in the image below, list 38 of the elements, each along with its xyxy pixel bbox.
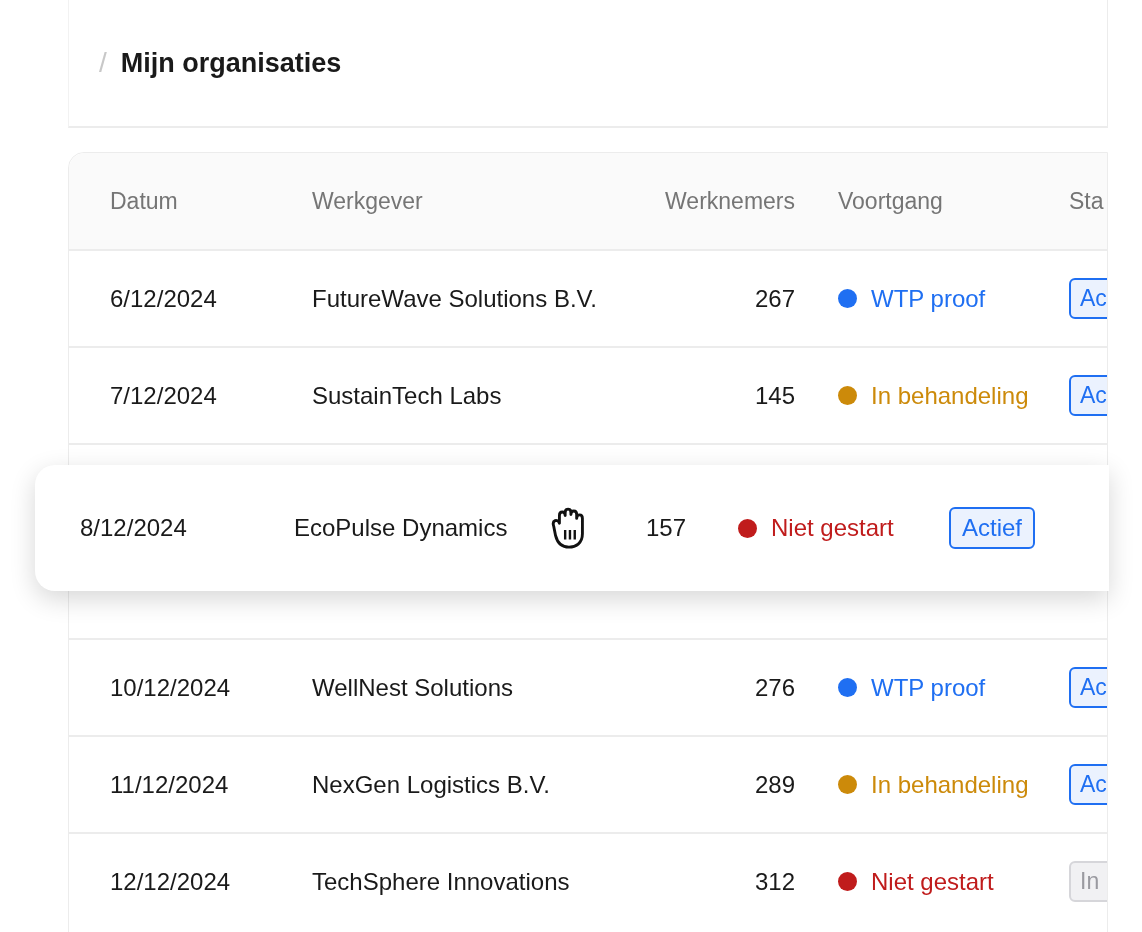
status-badge: Actief	[949, 507, 1036, 549]
column-header: Sta	[1069, 187, 1105, 215]
employer-cell-text: SustainTech Labs	[312, 381, 503, 410]
status-badge: Ac	[1069, 375, 1107, 416]
date-cell-text: 10/12/2024	[109, 673, 232, 702]
employer-cell-text: NexGen Logistics B.V.	[312, 770, 551, 799]
employees-cell-text: 289	[753, 770, 795, 799]
employees-cell-text: 312	[753, 867, 795, 896]
date-cell-text: 12/12/2024	[109, 867, 232, 896]
progress-label: In behandeling	[871, 381, 1029, 410]
date-cell-text: 7/12/2024	[109, 381, 218, 410]
date-cell-text: 6/12/2024	[109, 284, 218, 313]
employer-cell-text: EcoPulse Dynamics	[294, 514, 509, 542]
progress-label: In behandeling	[871, 770, 1029, 799]
employees-cell-text: 267	[753, 284, 795, 313]
progress-label: Niet gestart	[871, 867, 994, 896]
status-badge: Ac	[1069, 278, 1107, 319]
employer-cell-text: TechSphere Innovations	[312, 867, 571, 896]
column-header: Datum	[109, 187, 179, 215]
column-header: Werkgever	[312, 187, 424, 215]
breadcrumb-separator: /	[99, 47, 107, 79]
employees-cell-text: 145	[753, 381, 795, 410]
progress-label: WTP proof	[871, 673, 986, 702]
employees-cell-text: 276	[753, 673, 795, 702]
progress-label: Niet gestart	[771, 514, 894, 542]
status-badge: Ac	[1069, 667, 1107, 708]
date-cell-text: 8/12/2024	[80, 514, 188, 542]
date-cell-text: 11/12/2024	[109, 770, 230, 799]
employer-cell-text: WellNest Solutions	[312, 673, 514, 702]
status-badge: Ac	[1069, 764, 1107, 805]
employees-cell-text: 157	[646, 514, 688, 542]
column-header: Werknemers	[664, 187, 795, 215]
progress-label: WTP proof	[871, 284, 986, 313]
employer-cell-text: FutureWave Solutions B.V.	[312, 284, 599, 313]
page-title: Mijn organisaties	[120, 47, 342, 79]
dragged-row[interactable]: 8/12/2024 EcoPulse Dynamics 157 Niet gestart Actief	[35, 465, 1109, 591]
column-header: Voortgang	[837, 187, 944, 215]
status-badge: In	[1069, 861, 1107, 902]
